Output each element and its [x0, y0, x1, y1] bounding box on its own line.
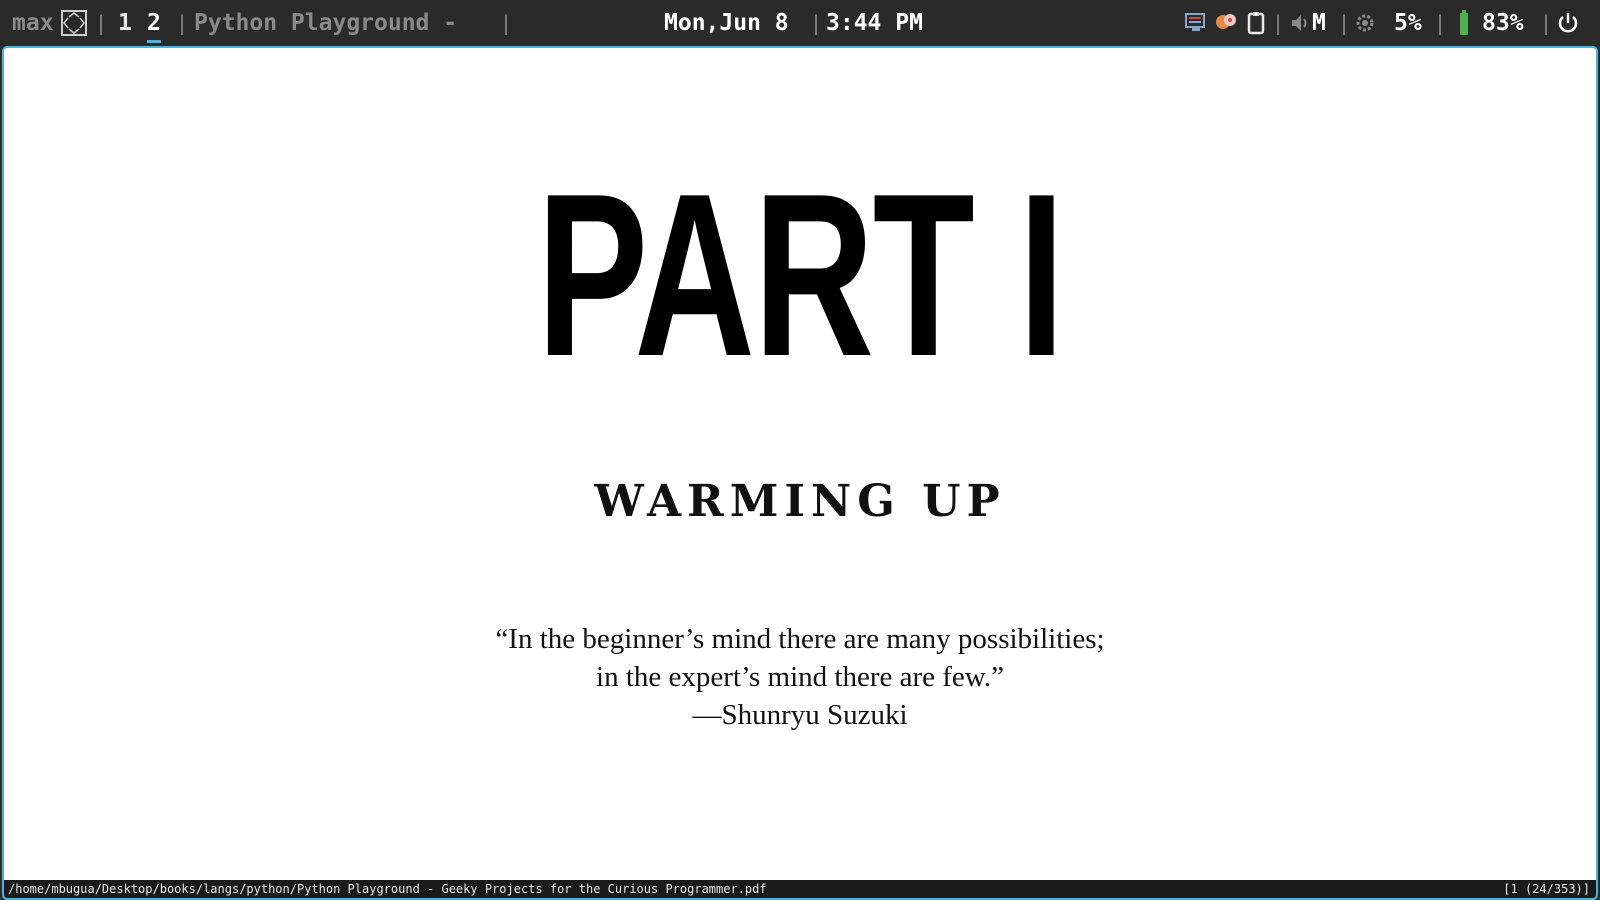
power-icon[interactable]: [1556, 11, 1580, 43]
epigraph: “In the beginner’s mind there are many p…: [4, 620, 1596, 734]
separator: |: [500, 11, 513, 35]
separator: |: [810, 11, 823, 35]
network-icon[interactable]: [1184, 12, 1208, 42]
top-panel: max | 1 2 | Python Playground - | Mon,Ju…: [0, 0, 1600, 46]
separator: |: [1272, 11, 1285, 35]
separator: |: [1434, 11, 1447, 35]
date-label[interactable]: Mon,Jun 8: [664, 8, 789, 38]
volume-label[interactable]: M: [1312, 8, 1326, 38]
quote-line-2: in the expert’s mind there are few.”: [596, 661, 1004, 693]
workspace-1[interactable]: 1: [118, 8, 132, 38]
cpu-icon[interactable]: [1354, 12, 1376, 42]
window-title[interactable]: Python Playground -: [194, 8, 457, 38]
part-heading: PART I: [536, 146, 1065, 405]
file-path: /home/mbugua/Desktop/books/langs/python/…: [8, 882, 767, 896]
status-bar: /home/mbugua/Desktop/books/langs/python/…: [4, 880, 1596, 898]
fullscreen-layout-icon[interactable]: [60, 9, 88, 45]
battery-level[interactable]: 83%: [1482, 8, 1524, 38]
clipboard-icon[interactable]: [1246, 11, 1266, 43]
volume-icon[interactable]: [1290, 12, 1310, 42]
separator: |: [1540, 11, 1553, 35]
part-subtitle: WARMING UP: [594, 476, 1006, 527]
battery-icon[interactable]: [1458, 10, 1470, 44]
notification-icon[interactable]: [1214, 12, 1238, 42]
workspace-2[interactable]: 2: [147, 8, 161, 43]
layout-label[interactable]: max: [12, 8, 54, 38]
quote-attribution: —Shunryu Suzuki: [692, 699, 908, 731]
pdf-viewer[interactable]: PART I WARMING UP “In the beginner’s min…: [2, 46, 1598, 900]
quote-line-1: “In the beginner’s mind there are many p…: [495, 623, 1105, 655]
separator: |: [176, 11, 189, 35]
separator: |: [95, 11, 108, 35]
page-indicator: [1 (24/353)]: [1503, 882, 1590, 896]
separator: |: [1338, 11, 1351, 35]
cpu-usage[interactable]: 5%: [1394, 8, 1422, 38]
clock-label[interactable]: 3:44 PM: [826, 8, 923, 38]
